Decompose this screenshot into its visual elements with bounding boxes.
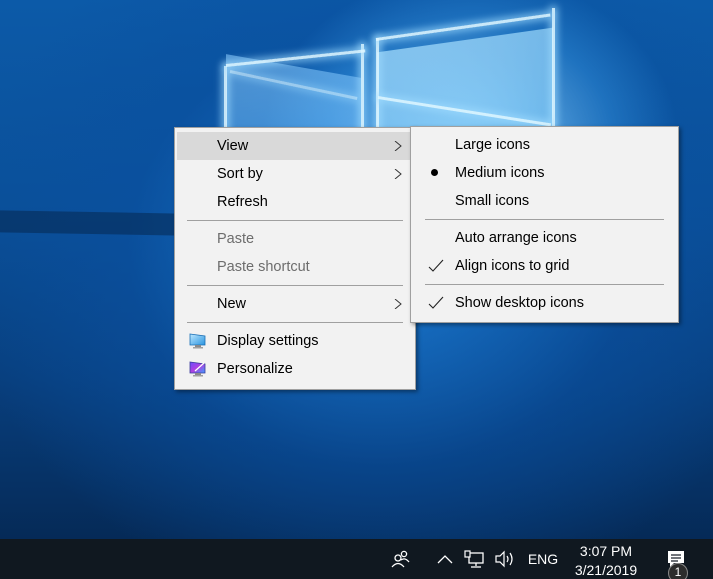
menu-item-label: Paste bbox=[217, 231, 255, 247]
menu-item-view[interactable]: View bbox=[177, 132, 413, 160]
wallpaper-light-beam bbox=[552, 8, 555, 128]
network-button[interactable] bbox=[462, 539, 486, 579]
chevron-right-icon bbox=[394, 299, 402, 309]
checkmark-icon bbox=[428, 259, 444, 272]
menu-item-paste[interactable]: Paste bbox=[177, 225, 413, 253]
menu-item-label: View bbox=[217, 138, 249, 154]
menu-item-label: Large icons bbox=[455, 137, 530, 153]
menu-item-label: Auto arrange icons bbox=[455, 230, 577, 246]
menu-item-label: Show desktop icons bbox=[455, 295, 584, 311]
show-hidden-icons-button[interactable] bbox=[434, 539, 456, 579]
menu-item-label: Align icons to grid bbox=[455, 258, 570, 274]
menu-item-label: Refresh bbox=[217, 194, 268, 210]
volume-button[interactable] bbox=[492, 539, 518, 579]
menu-item-refresh[interactable]: Refresh bbox=[177, 188, 413, 216]
menu-separator bbox=[425, 284, 664, 285]
radio-bullet-icon bbox=[431, 169, 438, 176]
people-icon bbox=[391, 550, 410, 568]
menu-item-display-settings[interactable]: Display settings bbox=[177, 327, 413, 355]
menu-separator bbox=[187, 322, 403, 323]
menu-item-label: New bbox=[217, 296, 247, 312]
submenu-item-auto-arrange-icons[interactable]: Auto arrange icons bbox=[413, 224, 676, 252]
submenu-item-small-icons[interactable]: Small icons bbox=[413, 187, 676, 215]
menu-item-label: Display settings bbox=[217, 333, 319, 349]
menu-item-label: Paste shortcut bbox=[217, 259, 310, 275]
chevron-right-icon bbox=[394, 169, 402, 179]
menu-separator bbox=[425, 219, 664, 220]
view-submenu: Large icons Medium icons Small icons Aut… bbox=[410, 126, 679, 323]
menu-item-sort-by[interactable]: Sort by bbox=[177, 160, 413, 188]
taskbar: ENG 3:07 PM 3/21/2019 bbox=[0, 539, 713, 579]
submenu-item-medium-icons[interactable]: Medium icons bbox=[413, 159, 676, 187]
menu-separator bbox=[187, 285, 403, 286]
checkmark-icon bbox=[428, 296, 444, 309]
clock-time: 3:07 PM bbox=[579, 543, 633, 559]
notification-count-badge: 1 bbox=[668, 563, 688, 579]
clock-date: 3/21/2019 bbox=[574, 562, 638, 578]
personalize-icon bbox=[189, 361, 206, 377]
menu-item-label: Personalize bbox=[217, 361, 293, 377]
menu-item-new[interactable]: New bbox=[177, 290, 413, 318]
menu-item-personalize[interactable]: Personalize bbox=[177, 355, 413, 383]
network-icon bbox=[464, 550, 484, 568]
clock[interactable]: 3:07 PM 3/21/2019 bbox=[566, 539, 646, 579]
people-button[interactable] bbox=[388, 539, 414, 579]
menu-item-label: Small icons bbox=[455, 193, 530, 209]
menu-item-paste-shortcut[interactable]: Paste shortcut bbox=[177, 253, 413, 281]
display-settings-icon bbox=[189, 333, 206, 349]
wallpaper-light-beam bbox=[376, 38, 379, 138]
submenu-item-align-icons-to-grid[interactable]: Align icons to grid bbox=[413, 252, 676, 280]
menu-separator bbox=[187, 220, 403, 221]
chevron-up-icon bbox=[437, 555, 453, 564]
menu-item-label: Medium icons bbox=[455, 165, 545, 181]
input-language-indicator[interactable]: ENG bbox=[524, 539, 562, 579]
menu-item-label: Sort by bbox=[217, 166, 263, 182]
desktop-context-menu: View Sort by Refresh Paste Paste shortcu… bbox=[174, 127, 416, 390]
submenu-item-show-desktop-icons[interactable]: Show desktop icons bbox=[413, 289, 676, 317]
volume-icon bbox=[495, 550, 513, 568]
submenu-item-large-icons[interactable]: Large icons bbox=[413, 131, 676, 159]
chevron-right-icon bbox=[394, 141, 402, 151]
wallpaper-shadow-band bbox=[0, 210, 180, 236]
